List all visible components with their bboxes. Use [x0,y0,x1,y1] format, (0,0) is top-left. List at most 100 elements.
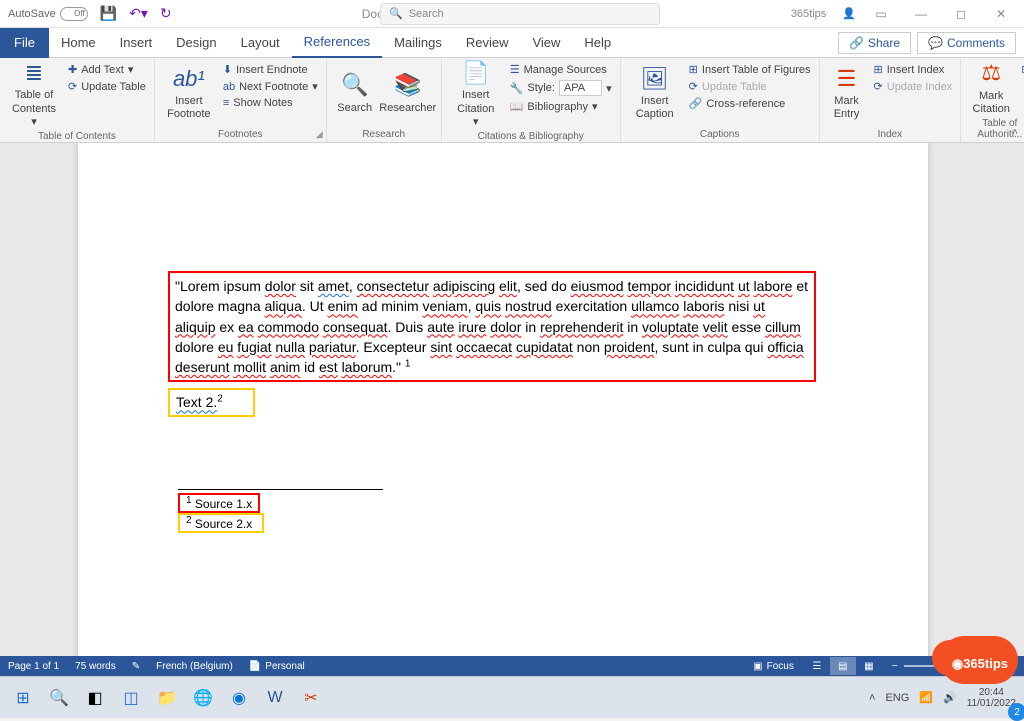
table-of-figures-button[interactable]: ⊞Insert Table of Figures [687,62,813,77]
outlook-icon[interactable]: ◉ [224,683,254,713]
search-button[interactable]: 🔍 Search [333,60,377,127]
task-view-icon[interactable]: ◧ [80,683,110,713]
tab-mailings[interactable]: Mailings [382,28,454,58]
undo-icon[interactable]: ↶▾ [129,5,148,22]
spellcheck-icon[interactable]: ✎ [132,661,140,672]
tab-home[interactable]: Home [49,28,108,58]
update-index-icon: ⟳ [874,80,883,93]
chevron-up-icon[interactable]: ˄ [869,692,875,704]
group-captions: 🖼 Insert Caption ⊞Insert Table of Figure… [621,58,820,142]
footnotes-area[interactable]: 1 Source 1.x 2 Source 2.x [178,489,383,533]
ribbon-tabs: File Home Insert Design Layout Reference… [0,28,1024,58]
edge-icon[interactable]: 🌐 [188,683,218,713]
insert-footnote-button[interactable]: ab¹ Insert Footnote [161,60,217,127]
group-citations: 📄 Insert Citation ▾ ☰Manage Sources 🔧Sty… [442,58,621,142]
body-text[interactable]: "Lorem ipsum dolor sit amet, consectetur… [168,271,816,417]
tab-file[interactable]: File [0,28,49,58]
search-placeholder: Search [409,8,444,20]
group-label-captions: Captions [627,127,813,142]
insert-endnote-button[interactable]: ⬇Insert Endnote [221,62,320,77]
page-indicator[interactable]: Page 1 of 1 [8,661,59,672]
autosave-label: AutoSave [8,8,56,20]
tab-design[interactable]: Design [164,28,228,58]
update-icon: ⟳ [68,80,77,93]
footnote-ref-1[interactable]: 1 [405,359,411,370]
maximize-icon[interactable]: ◻ [946,7,976,21]
volume-icon[interactable]: 🔊 [943,691,957,704]
cross-reference-button[interactable]: 🔗Cross-reference [687,96,813,111]
show-notes-button[interactable]: ≡Show Notes [221,96,320,110]
save-icon[interactable]: 💾 [100,5,117,22]
insert-index-button[interactable]: ⊞Insert Index [872,62,955,77]
quick-access-toolbar: 💾 ↶▾ ↻ [100,5,172,22]
bibliography-button[interactable]: 📖Bibliography ▾ [508,99,614,114]
word-icon[interactable]: W [260,683,290,713]
autosave-toggle[interactable]: AutoSave Off [8,7,88,21]
footnote-2[interactable]: 2 Source 2.x [178,513,264,533]
comments-button[interactable]: 💬 Comments [917,32,1016,54]
paragraph-text2[interactable]: Text 2.2 [168,388,255,416]
add-text-button[interactable]: ✚Add Text ▾ [66,62,148,77]
footnote-ref-2[interactable]: 2 [217,394,223,405]
explorer-icon[interactable]: 📁 [152,683,182,713]
notification-badge[interactable]: 2 [1008,703,1024,721]
footnote-1[interactable]: 1 Source 1.x [178,493,260,513]
researcher-icon: 📚 [394,72,421,98]
wifi-icon[interactable]: 📶 [919,691,933,704]
start-icon[interactable]: ⊞ [8,683,38,713]
mark-entry-button[interactable]: ☰ Mark Entry [826,60,868,127]
caption-icon: 🖼 [641,66,669,92]
account-icon[interactable]: 👤 [842,7,856,20]
snip-icon[interactable]: ✂ [296,683,326,713]
print-layout-icon[interactable]: ▤ [830,657,856,675]
tab-view[interactable]: View [520,28,572,58]
insert-citation-button[interactable]: 📄 Insert Citation ▾ [448,60,504,129]
tab-help[interactable]: Help [572,28,623,58]
mark-citation-icon: ⚖ [981,60,1001,86]
footnotes-launcher-icon[interactable]: ◢ [316,129,323,140]
redo-icon[interactable]: ↻ [160,5,172,22]
close-icon[interactable]: ✕ [986,7,1016,21]
group-index: ☰ Mark Entry ⊞Insert Index ⟳Update Index… [820,58,962,142]
update-captions-icon: ⟳ [689,80,698,93]
ribbon-display-icon[interactable]: ▭ [866,7,896,21]
word-count[interactable]: 75 words [75,661,116,672]
insert-caption-button[interactable]: 🖼 Insert Caption [627,60,683,127]
authorities-more-icon[interactable]: ⊞ [1019,62,1024,77]
minimize-icon[interactable]: — [906,7,936,21]
tab-insert[interactable]: Insert [108,28,165,58]
share-button[interactable]: 🔗 Share [838,32,911,54]
keyboard-lang[interactable]: ENG [885,692,909,704]
tab-layout[interactable]: Layout [229,28,292,58]
widgets-icon[interactable]: ◫ [116,683,146,713]
search-taskbar-icon[interactable]: 🔍 [44,683,74,713]
ribbon: ≣ Table of Contents ▾ ✚Add Text ▾ ⟳Updat… [0,58,1024,143]
search-input[interactable]: 🔍 Search [380,3,660,25]
tab-review[interactable]: Review [454,28,521,58]
update-table-button[interactable]: ⟳Update Table [66,79,148,94]
manage-sources-button[interactable]: ☰Manage Sources [508,62,614,77]
citation-style-select[interactable]: 🔧Style: APA ▾ [508,79,614,97]
clock[interactable]: 20:44 11/01/2022 [967,687,1016,709]
search-big-icon: 🔍 [341,72,368,98]
zoom-out-icon[interactable]: − [892,661,898,672]
toc-icon: ≣ [25,60,43,86]
collapse-ribbon-icon[interactable]: ˄ [1012,127,1018,138]
group-label-toc: Table of Contents [6,129,148,144]
tab-references[interactable]: References [292,28,382,58]
personal-indicator[interactable]: 📄 Personal [249,661,305,672]
next-footnote-button[interactable]: abNext Footnote ▾ [221,79,320,94]
mark-citation-button[interactable]: ⚖ Mark Citation [967,60,1015,116]
update-index-button[interactable]: ⟳Update Index [872,79,955,94]
focus-button[interactable]: ▣ Focus [753,661,794,672]
table-of-contents-button[interactable]: ≣ Table of Contents ▾ [6,60,62,129]
language-indicator[interactable]: French (Belgium) [156,661,233,672]
page[interactable]: "Lorem ipsum dolor sit amet, consectetur… [78,143,928,676]
update-captions-button[interactable]: ⟳Update Table [687,79,813,94]
paragraph-lorem[interactable]: "Lorem ipsum dolor sit amet, consectetur… [168,271,816,382]
researcher-button[interactable]: 📚 Researcher [381,60,435,127]
group-footnotes: ab¹ Insert Footnote ⬇Insert Endnote abNe… [155,58,327,142]
web-layout-icon[interactable]: ▦ [856,657,882,675]
read-mode-icon[interactable]: ☰ [804,657,830,675]
autosave-state: Off [60,7,88,21]
